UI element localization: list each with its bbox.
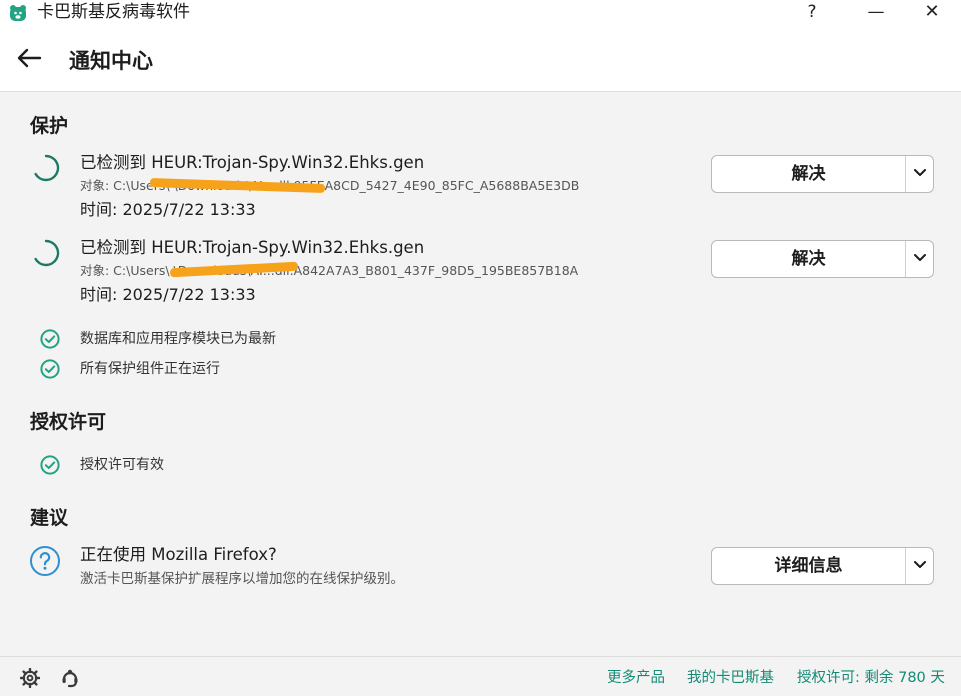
check-circle-icon — [40, 329, 60, 349]
help-button[interactable]: ? — [792, 0, 832, 24]
loading-spinner-icon — [34, 154, 60, 182]
threat-time: 时间: 2025/7/22 13:33 — [80, 285, 256, 304]
threat-title: 已检测到 HEUR:Trojan-Spy.Win32.Ehks.gen — [80, 238, 425, 257]
chevron-down-icon — [914, 254, 926, 261]
resolve-button[interactable]: 解决 — [712, 156, 905, 192]
recommendation-title: 正在使用 Mozilla Firefox? — [80, 545, 277, 564]
resolve-button[interactable]: 解决 — [712, 241, 905, 277]
my-kaspersky-link[interactable]: 我的卡巴斯基 — [687, 668, 774, 688]
details-split-button: 详细信息 — [711, 547, 934, 585]
details-dropdown-button[interactable] — [906, 548, 934, 584]
details-button[interactable]: 详细信息 — [712, 548, 905, 584]
chevron-down-icon — [914, 561, 926, 568]
question-circle-icon — [30, 546, 60, 576]
support-icon[interactable] — [60, 668, 80, 688]
check-circle-icon — [40, 455, 60, 475]
section-title-license: 授权许可 — [30, 411, 107, 433]
threat-object-path: 对象: C:\Users\ \Downloads\AI...dll.A842A7… — [80, 263, 579, 278]
close-button[interactable]: ✕ — [912, 0, 952, 24]
status-license-valid: 授权许可有效 — [80, 457, 164, 473]
recommendation-description: 激活卡巴斯基保护扩展程序以增加您的在线保护级别。 — [80, 571, 404, 587]
resolve-dropdown-button[interactable] — [906, 241, 934, 277]
resolve-split-button: 解决 — [711, 155, 934, 193]
status-components-running: 所有保护组件正在运行 — [80, 361, 220, 377]
check-circle-icon — [40, 359, 60, 379]
back-arrow-icon[interactable] — [16, 47, 42, 69]
section-title-protection: 保护 — [30, 115, 69, 137]
resolve-dropdown-button[interactable] — [906, 156, 934, 192]
resolve-split-button: 解决 — [711, 240, 934, 278]
license-status-link[interactable]: 授权许可: 剩余 780 天 — [797, 668, 945, 688]
kaspersky-bear-icon — [10, 5, 26, 21]
threat-title: 已检测到 HEUR:Trojan-Spy.Win32.Ehks.gen — [80, 153, 425, 172]
page-title: 通知中心 — [69, 49, 153, 73]
status-database-updated: 数据库和应用程序模块已为最新 — [80, 331, 276, 347]
section-title-recommendations: 建议 — [30, 507, 69, 529]
gear-icon[interactable] — [20, 668, 40, 688]
page-header: 通知中心 — [0, 26, 961, 92]
more-products-link[interactable]: 更多产品 — [607, 668, 665, 688]
footer-bar: 更多产品 我的卡巴斯基 授权许可: 剩余 780 天 — [0, 656, 961, 696]
chevron-down-icon — [914, 169, 926, 176]
app-title: 卡巴斯基反病毒软件 — [37, 2, 190, 22]
window-titlebar: 卡巴斯基反病毒软件 ? — ✕ — [0, 0, 961, 26]
threat-time: 时间: 2025/7/22 13:33 — [80, 200, 256, 219]
loading-spinner-icon — [34, 239, 60, 267]
minimize-button[interactable]: — — [856, 0, 896, 24]
